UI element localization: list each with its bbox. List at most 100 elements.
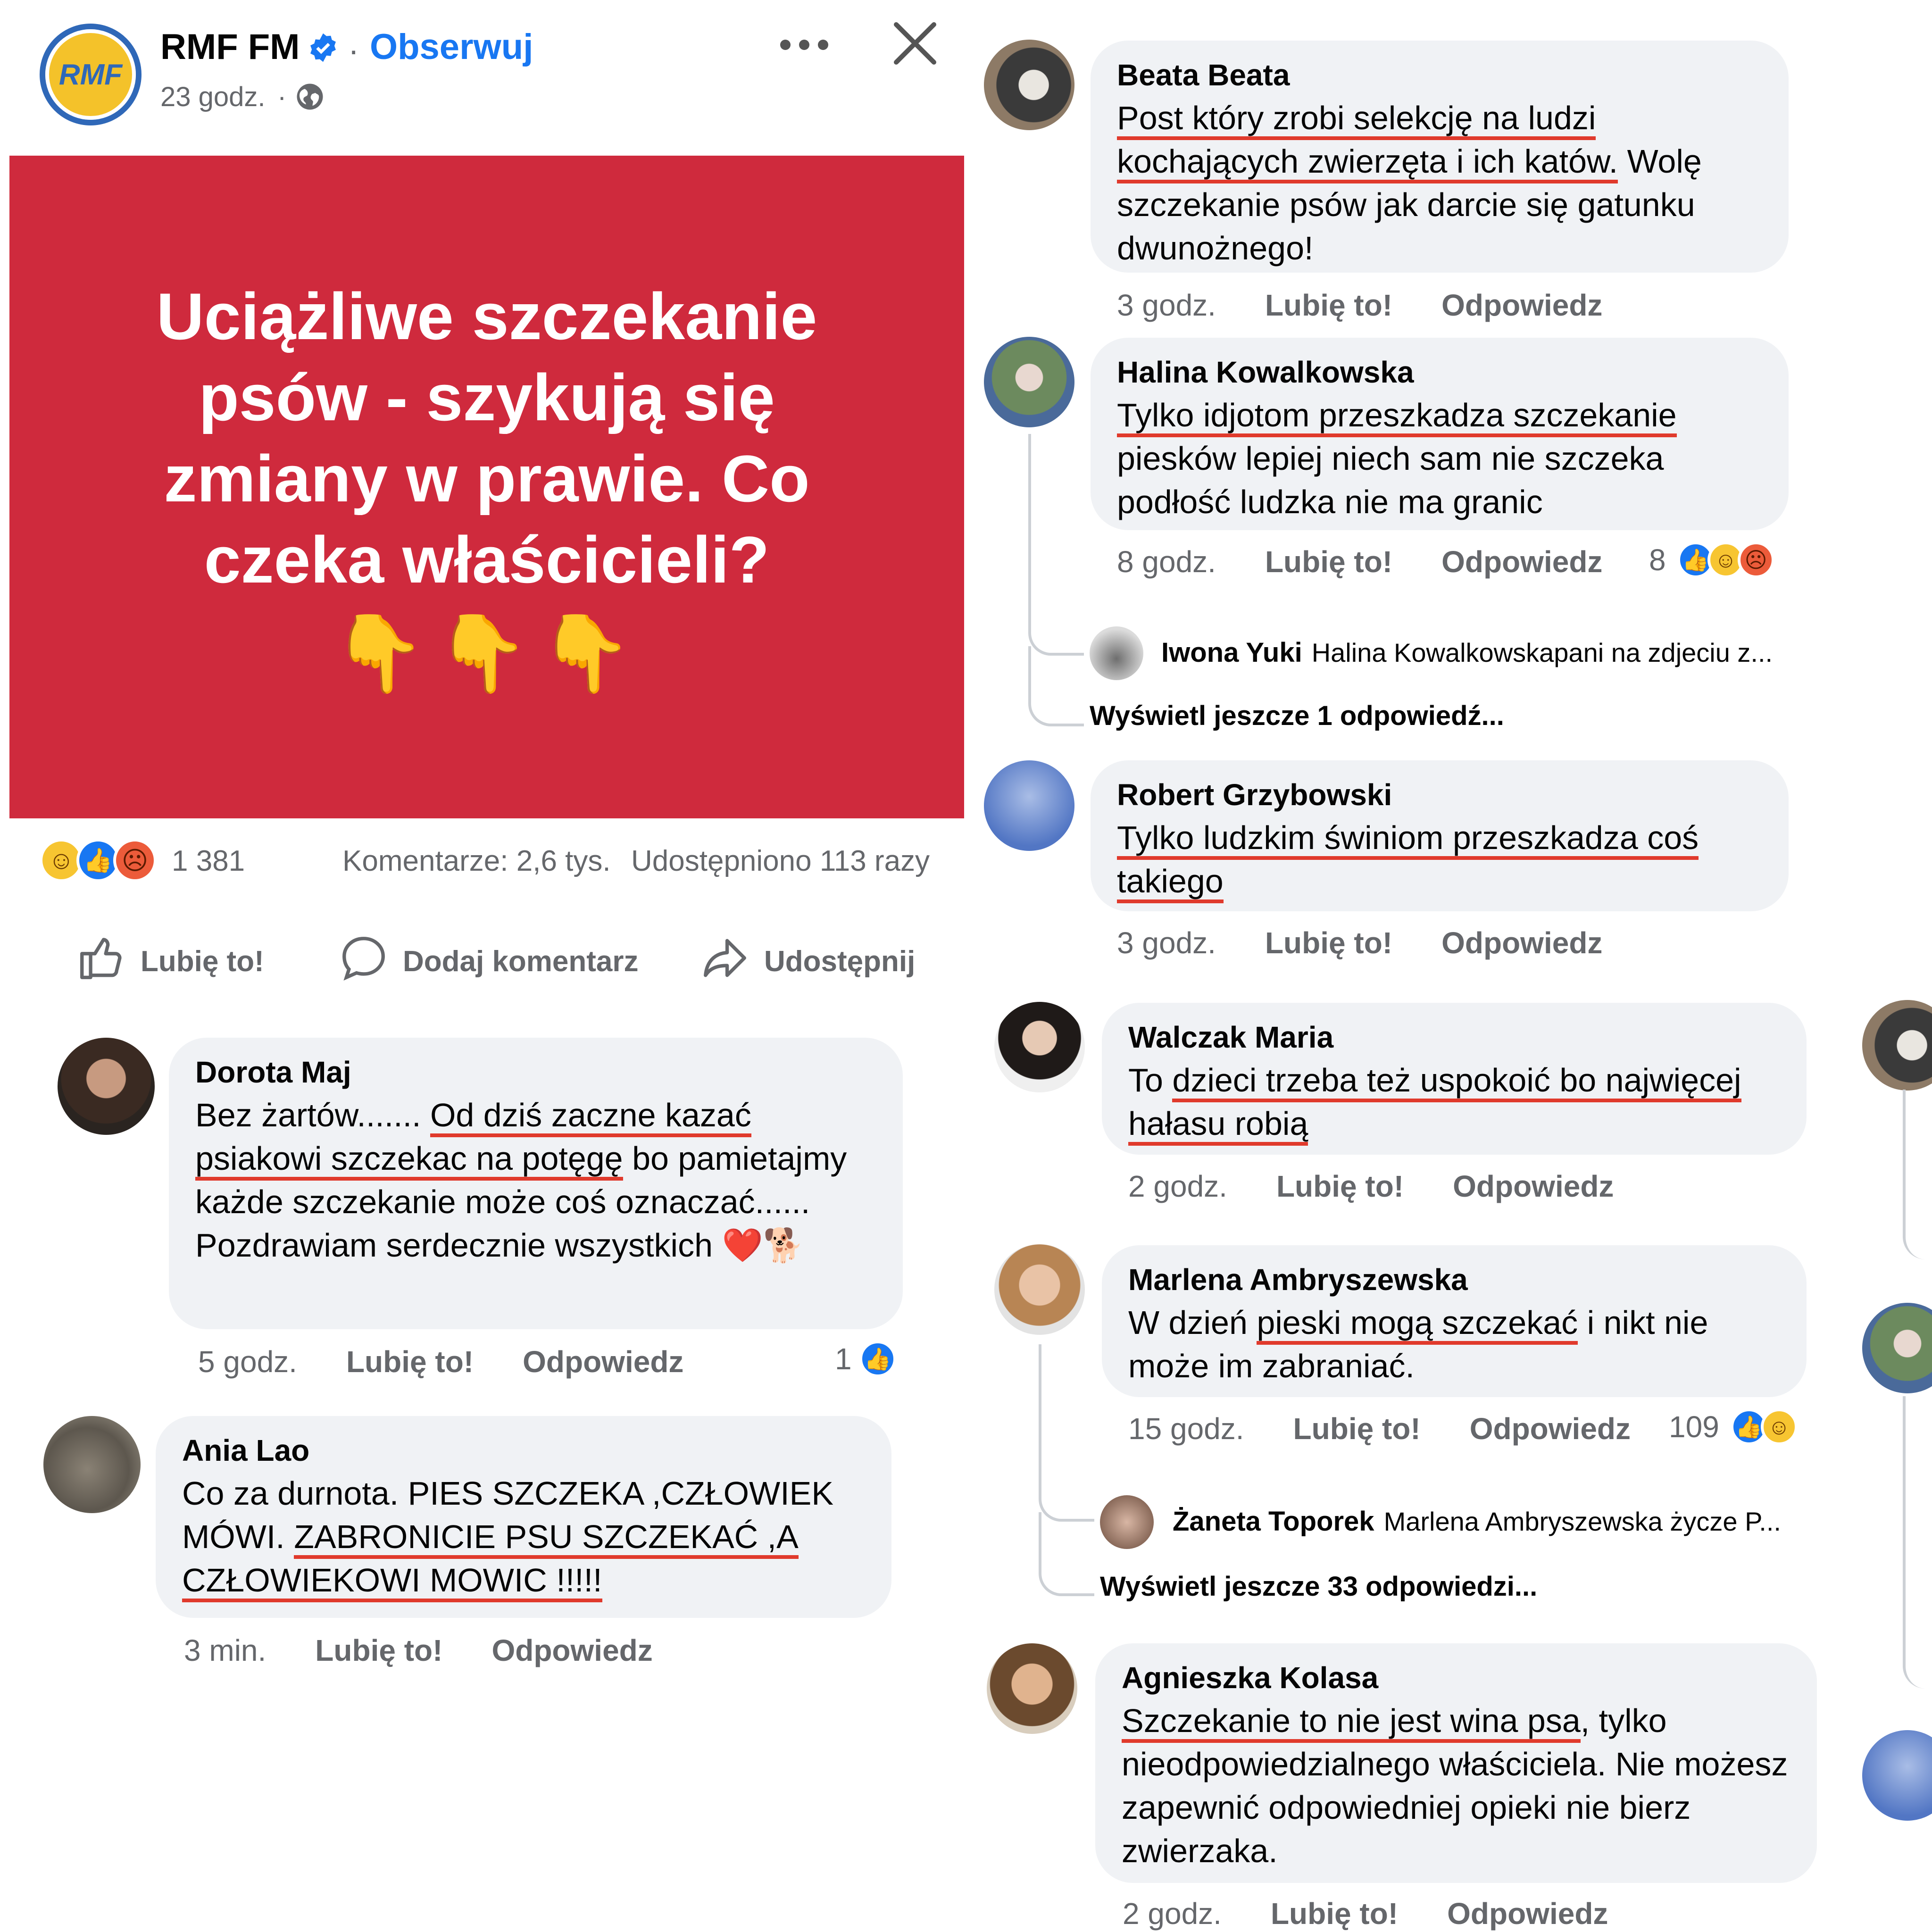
comment-actions: 3 godz. Lubię to! Odpowiedz (1117, 288, 1602, 323)
text-span: Bez żartów....... (195, 1097, 430, 1133)
comment-reactions[interactable]: 1 👍 (835, 1341, 896, 1377)
angry-reaction-icon: ☹ (113, 839, 157, 882)
comment-actions: 2 godz. Lubię to! Odpowiedz (1128, 1169, 1614, 1204)
comment-text: To dzieci trzeba też uspokoić bo najwięc… (1128, 1058, 1780, 1146)
comment-time[interactable]: 15 godz. (1128, 1411, 1244, 1446)
comment-reply-button[interactable]: Odpowiedz (1470, 1411, 1631, 1446)
comment-author[interactable]: Walczak Maria (1128, 1016, 1780, 1058)
comment-reply-button[interactable]: Odpowiedz (1453, 1169, 1614, 1204)
reply-thread-line (1028, 646, 1084, 726)
comment-reply-button[interactable]: Odpowiedz (1441, 544, 1602, 579)
share-button[interactable]: Udostępnij (699, 932, 915, 991)
comment-reply-button[interactable]: Odpowiedz (1441, 925, 1602, 960)
page-name[interactable]: RMF FM (160, 26, 300, 67)
comment-reply-button[interactable]: Odpowiedz (523, 1344, 683, 1379)
avatar[interactable] (994, 1002, 1085, 1092)
comment-time[interactable]: 8 godz. (1117, 544, 1216, 579)
comment-author[interactable]: Halina Kowalkowska (1117, 351, 1762, 393)
comment-actions: 3 godz. Lubię to! Odpowiedz (1117, 925, 1602, 960)
page-logo[interactable]: RMF (40, 24, 142, 125)
reply-preview[interactable]: Iwona Yuki Halina Kowalkowskapani na zdj… (1161, 637, 1773, 668)
comment-time[interactable]: 5 godz. (198, 1344, 297, 1379)
comment-author[interactable]: Robert Grzybowski (1117, 774, 1762, 816)
comment-bubble: Dorota Maj Bez żartów....... Od dziś zac… (169, 1038, 903, 1329)
comment-time[interactable]: 3 godz. (1117, 925, 1216, 960)
post-reactions-icons[interactable]: ☺ 👍 ☹ (40, 839, 157, 882)
comment-button[interactable]: Dodaj komentarz (338, 932, 639, 991)
avatar[interactable] (994, 1244, 1085, 1335)
avatar[interactable] (43, 1416, 141, 1513)
post-image-title: Uciążliwe szczekanie psów - szykują się … (156, 279, 817, 597)
haha-reaction-icon: ☺ (1760, 1408, 1798, 1445)
comment-author[interactable]: Agnieszka Kolasa (1122, 1657, 1790, 1699)
reaction-count[interactable]: 1 381 (172, 844, 245, 878)
avatar[interactable] (1100, 1495, 1154, 1549)
thumbs-up-icon (75, 932, 127, 991)
avatar[interactable] (58, 1038, 155, 1135)
comments-count[interactable]: Komentarze: 2,6 tys. (342, 844, 611, 878)
follow-button[interactable]: Obserwuj (370, 26, 533, 67)
close-icon[interactable] (891, 20, 939, 67)
comment-time[interactable]: 3 godz. (1117, 288, 1216, 323)
comment-time[interactable]: 2 godz. (1128, 1169, 1227, 1204)
comment-text: Co za durnota. PIES SZCZEKA ,CZŁOWIEK MÓ… (182, 1472, 865, 1602)
globe-icon (294, 81, 325, 112)
avatar (1862, 1303, 1932, 1393)
reply-thread-line (1903, 1396, 1931, 1689)
reply-author[interactable]: Żaneta Toporek (1173, 1506, 1374, 1537)
like-reaction-icon: 👍 (859, 1341, 896, 1377)
comment-text: W dzień pieski mogą szczekać i nikt nie … (1128, 1301, 1780, 1388)
like-button-label: Lubię to! (141, 945, 264, 978)
time-separator: · (277, 82, 287, 112)
like-button[interactable]: Lubię to! (75, 932, 264, 991)
comment-author[interactable]: Ania Lao (182, 1429, 865, 1472)
comment-bubble: Halina Kowalkowska Tylko idjotom przeszk… (1091, 338, 1789, 530)
view-more-replies[interactable]: Wyświetl jeszcze 1 odpowiedź... (1090, 700, 1504, 732)
comment-bubble: Ania Lao Co za durnota. PIES SZCZEKA ,CZ… (156, 1416, 891, 1618)
reply-preview[interactable]: Żaneta Toporek Marlena Ambryszewska życz… (1173, 1506, 1781, 1537)
view-more-replies[interactable]: Wyświetl jeszcze 33 odpowiedzi... (1100, 1571, 1537, 1602)
comment-bubble: Walczak Maria To dzieci trzeba też uspok… (1102, 1003, 1807, 1155)
comment-bubble: Agnieszka Kolasa Szczekanie to nie jest … (1095, 1643, 1817, 1883)
reply-author[interactable]: Iwona Yuki (1161, 637, 1302, 668)
comment-reply-button[interactable]: Odpowiedz (491, 1633, 652, 1668)
comment-text: Bez żartów....... Od dziś zaczne kazać p… (195, 1093, 876, 1267)
comment-like-button[interactable]: Lubię to! (1265, 288, 1392, 323)
comment-reply-button[interactable]: Odpowiedz (1447, 1896, 1608, 1931)
avatar[interactable] (984, 337, 1074, 427)
comment-like-button[interactable]: Lubię to! (315, 1633, 442, 1668)
more-options-icon[interactable] (778, 38, 830, 52)
comment-actions: 15 godz. Lubię to! Odpowiedz (1128, 1411, 1631, 1446)
comment-author[interactable]: Marlena Ambryszewska (1128, 1258, 1780, 1301)
comment-author[interactable]: Beata Beata (1117, 54, 1762, 96)
comment-like-button[interactable]: Lubię to! (1293, 1411, 1421, 1446)
share-arrow-icon (699, 932, 751, 991)
comment-actions: 8 godz. Lubię to! Odpowiedz (1117, 544, 1602, 579)
post-image[interactable]: Uciążliwe szczekanie psów - szykują się … (9, 156, 964, 818)
avatar[interactable] (984, 760, 1074, 851)
avatar[interactable] (1090, 626, 1143, 680)
verified-badge-icon (308, 32, 339, 63)
comment-text: Post który zrobi selekcję na ludzi kocha… (1117, 96, 1762, 270)
comment-time[interactable]: 2 godz. (1123, 1896, 1222, 1931)
comment-like-button[interactable]: Lubię to! (1265, 925, 1392, 960)
comment-author[interactable]: Dorota Maj (195, 1051, 876, 1093)
comment-reply-button[interactable]: Odpowiedz (1441, 288, 1602, 323)
reply-thread-line (1039, 1512, 1094, 1596)
comment-button-label: Dodaj komentarz (403, 945, 639, 978)
post-time[interactable]: 23 godz. (160, 81, 266, 113)
comment-like-button[interactable]: Lubię to! (1276, 1169, 1404, 1204)
shares-count[interactable]: Udostępniono 113 razy (631, 844, 930, 878)
comment-reactions[interactable]: 109 👍 ☺ (1669, 1408, 1798, 1445)
comment-time[interactable]: 3 min. (184, 1633, 266, 1668)
comment-reactions[interactable]: 8 👍 ☺ ☹ (1649, 541, 1774, 578)
comment-bubble: Beata Beata Post który zrobi selekcję na… (1091, 41, 1789, 273)
comment-bubble-icon (338, 932, 390, 991)
avatar[interactable] (984, 40, 1074, 130)
comment-like-button[interactable]: Lubię to! (1271, 1896, 1398, 1931)
text-span: To (1128, 1062, 1173, 1099)
pointing-down-emoji: 👇👇👇 (332, 611, 642, 695)
comment-like-button[interactable]: Lubię to! (1265, 544, 1392, 579)
avatar[interactable] (987, 1643, 1077, 1734)
comment-like-button[interactable]: Lubię to! (346, 1344, 474, 1379)
